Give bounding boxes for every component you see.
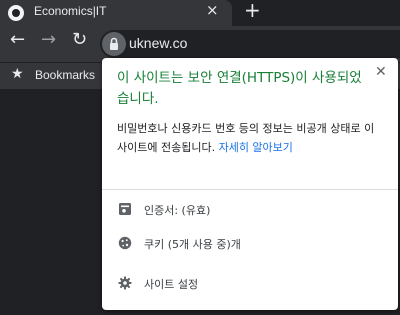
site-settings-label: 사이트 설정 — [144, 278, 199, 291]
tab-strip: Economics|IT × + — [0, 0, 400, 26]
cookies-label: 쿠키 (5개 사용 중)개 — [144, 238, 241, 251]
bookmarks-label[interactable]: Bookmarks — [35, 68, 95, 82]
certificate-row[interactable]: 인증서: (유효) — [102, 194, 398, 224]
cookie-icon — [118, 236, 132, 250]
learn-more-link[interactable]: 자세히 알아보기 — [219, 141, 293, 154]
close-icon[interactable]: ✕ — [375, 64, 387, 80]
site-info-button[interactable] — [102, 32, 126, 56]
reload-icon[interactable]: ↻ — [72, 29, 87, 50]
back-arrow-icon[interactable]: ← — [10, 29, 25, 50]
connection-description: 비밀번호나 신용카드 번호 등의 정보는 비공개 상태로 이 사이트에 전송됩니… — [117, 119, 385, 157]
url-text[interactable]: uknew.co — [129, 35, 187, 51]
certificate-icon — [119, 203, 131, 215]
certificate-label: 인증서: (유효) — [144, 204, 211, 217]
tab-economics-it[interactable]: Economics|IT × — [0, 0, 232, 26]
bookmark-star-icon: ★ — [11, 66, 24, 82]
divider — [102, 189, 398, 190]
site-info-popup: 이 사이트는 보안 연결(HTTPS)이 사용되었습니다. ✕ 비밀번호나 신용… — [102, 58, 398, 310]
lock-icon — [110, 37, 118, 50]
connection-secure-title: 이 사이트는 보안 연결(HTTPS)이 사용되었습니다. — [117, 70, 362, 107]
site-settings-row[interactable]: 사이트 설정 — [102, 268, 398, 298]
tab-title: Economics|IT — [34, 4, 107, 18]
new-tab-icon[interactable]: + — [244, 0, 261, 22]
gear-icon — [118, 276, 132, 290]
cookies-row[interactable]: 쿠키 (5개 사용 중)개 — [102, 228, 398, 258]
browser-toolbar: ← → ↻ uknew.co — [0, 26, 400, 62]
site-favicon-icon — [8, 5, 24, 21]
address-bar[interactable]: uknew.co — [100, 30, 400, 58]
tab-close-icon[interactable]: × — [206, 1, 219, 19]
forward-arrow-icon[interactable]: → — [41, 29, 56, 50]
